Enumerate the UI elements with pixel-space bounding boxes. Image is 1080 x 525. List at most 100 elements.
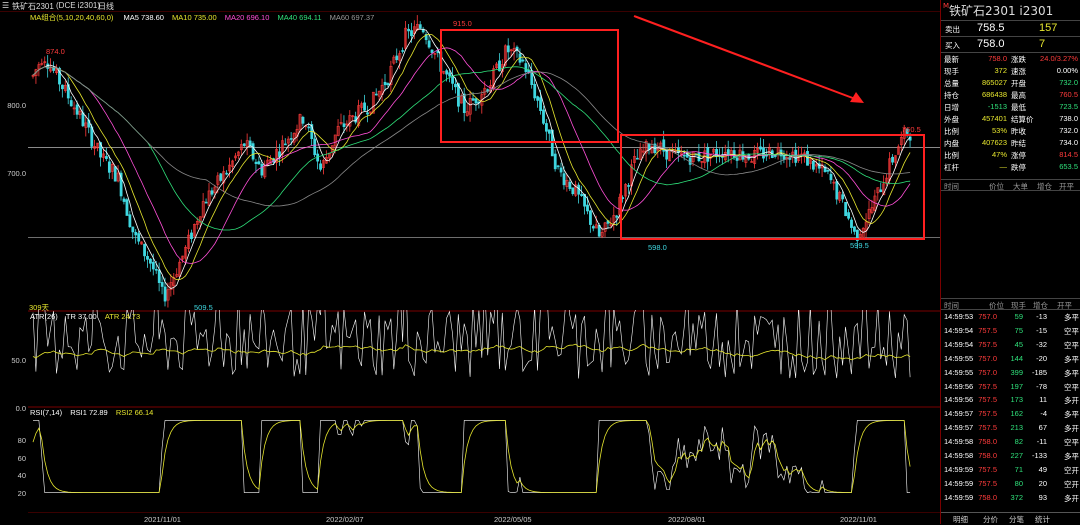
candle [319, 159, 322, 172]
stat-label: 比例 [944, 151, 959, 160]
candle [401, 47, 405, 54]
candle [867, 200, 871, 226]
candle [207, 182, 211, 206]
candle [415, 15, 419, 31]
tr-value: TR 37.00 [65, 312, 97, 321]
rsi-tick-20: 20 [17, 489, 26, 498]
rsi-panel[interactable]: RSI(7,14) RSI1 72.89 RSI2 66.14 [28, 406, 940, 506]
candle [612, 206, 616, 231]
tick-type: 多开 [1064, 424, 1079, 434]
candle [829, 166, 833, 184]
buy-volume: 7 [1039, 38, 1046, 50]
candle [653, 137, 657, 155]
atr-label: ATR(26) [30, 312, 58, 321]
tr-line [32, 310, 911, 379]
stat-label: 最新 [944, 55, 959, 64]
candle [521, 57, 525, 63]
candle [603, 222, 607, 238]
tick-row: 14:59:57 757.5 213 67 多开 [941, 422, 1080, 434]
candle [897, 144, 900, 155]
candle [556, 164, 560, 170]
tick-type: 多平 [1064, 313, 1079, 322]
tick-volume: 162 [1010, 409, 1023, 419]
candle [160, 276, 164, 295]
tick-oi: -11 [1036, 437, 1047, 447]
candle [565, 173, 569, 192]
candle [726, 140, 730, 163]
candle [518, 48, 522, 66]
tick-price: 757.5 [978, 423, 997, 433]
label-760: 760.5 [902, 125, 921, 134]
candle [193, 223, 196, 238]
candle [237, 150, 240, 160]
atr-panel[interactable]: ATR(26) TR 37.00 ATR 24.73 [28, 310, 940, 406]
candle [374, 88, 378, 96]
tick-row: 14:59:59 757.5 71 49 空开 [941, 464, 1080, 476]
tab-detail[interactable]: 明细 [953, 514, 968, 525]
tick-oi: -32 [1036, 339, 1047, 349]
candle [756, 142, 760, 160]
tick-time: 14:59:56 [944, 381, 974, 391]
candle [885, 173, 889, 186]
colhead2: 时间 价位 现手 增仓 开平 [941, 298, 1080, 310]
candle [876, 187, 880, 201]
tick-row: 14:59:59 757.5 80 20 空开 [941, 478, 1080, 490]
quote-title: M铁矿石2301 i2301 [943, 2, 1054, 18]
stat-label: 速涨 [1011, 67, 1026, 76]
atr-tick-0: 0.0 [15, 404, 26, 413]
sell-volume: 157 [1039, 22, 1058, 34]
candle [366, 105, 369, 123]
tab-stats[interactable]: 统计 [1035, 514, 1050, 525]
label-598: 598.0 [648, 243, 667, 252]
stats-row: 杠杆 — 跌停 653.5 [941, 161, 1080, 173]
candle [750, 158, 754, 163]
candle [169, 274, 173, 297]
stat-value: 814.5 [1059, 150, 1078, 159]
tick-price: 757.0 [978, 367, 997, 377]
candle [286, 136, 290, 152]
candle [66, 77, 70, 105]
candlestick-chart[interactable]: 874.0 915.0 760.5 598.0 599.5 509.5 309天 [28, 12, 940, 312]
date-axis: 2021/11/01 2022/02/07 2022/05/05 2022/08… [28, 512, 940, 524]
stat-label: 日增 [944, 103, 959, 112]
candle [823, 164, 827, 173]
tick-time: 14:59:53 [944, 312, 974, 321]
stat-label: 比例 [944, 127, 959, 136]
candle [210, 187, 214, 197]
candle [336, 119, 340, 137]
candle [316, 149, 320, 170]
tick-row: 14:59:59 758.0 372 93 多开 [941, 492, 1080, 504]
stat-label: 持仓 [944, 91, 959, 100]
stat-value: 723.5 [1059, 102, 1078, 111]
stat-value: 738.0 [1059, 114, 1078, 123]
candle [395, 48, 399, 63]
candle [847, 209, 850, 221]
tab-stroke[interactable]: 分笔 [1009, 514, 1024, 525]
stat-value: 24.0/3.27% [1040, 54, 1078, 63]
rsi-label: RSI(7,14) [30, 408, 63, 417]
candle [201, 193, 205, 219]
tick-volume: 173 [1010, 395, 1023, 405]
period-label[interactable]: 日线 [98, 1, 114, 12]
stat-label: 现手 [944, 67, 959, 76]
symbol-label: 铁矿石2301 [12, 2, 54, 11]
menu-icon[interactable]: ☰ [2, 1, 9, 10]
candle [433, 52, 437, 60]
rsi-tick-40: 40 [17, 471, 26, 480]
tick-price: 758.0 [978, 492, 997, 502]
quote-panel: M铁矿石2301 i2301 卖出 758.5 157 买入 758.0 7 最… [940, 0, 1080, 524]
tick-type: 空开 [1064, 479, 1079, 489]
tab-price[interactable]: 分价 [983, 514, 998, 525]
tick-price: 757.5 [978, 339, 997, 349]
candle [392, 54, 396, 65]
candle [656, 142, 660, 159]
tick-row: 14:59:58 758.0 227 -133 多平 [941, 450, 1080, 462]
candle [861, 226, 865, 239]
candle [418, 21, 422, 30]
tick-type: 多平 [1064, 410, 1079, 420]
tick-time: 14:59:59 [944, 464, 974, 474]
candle [322, 158, 325, 175]
stat-label: 结算价 [1011, 115, 1034, 124]
tick-row: 14:59:55 757.0 144 -20 多平 [941, 353, 1080, 365]
candle [879, 182, 883, 193]
